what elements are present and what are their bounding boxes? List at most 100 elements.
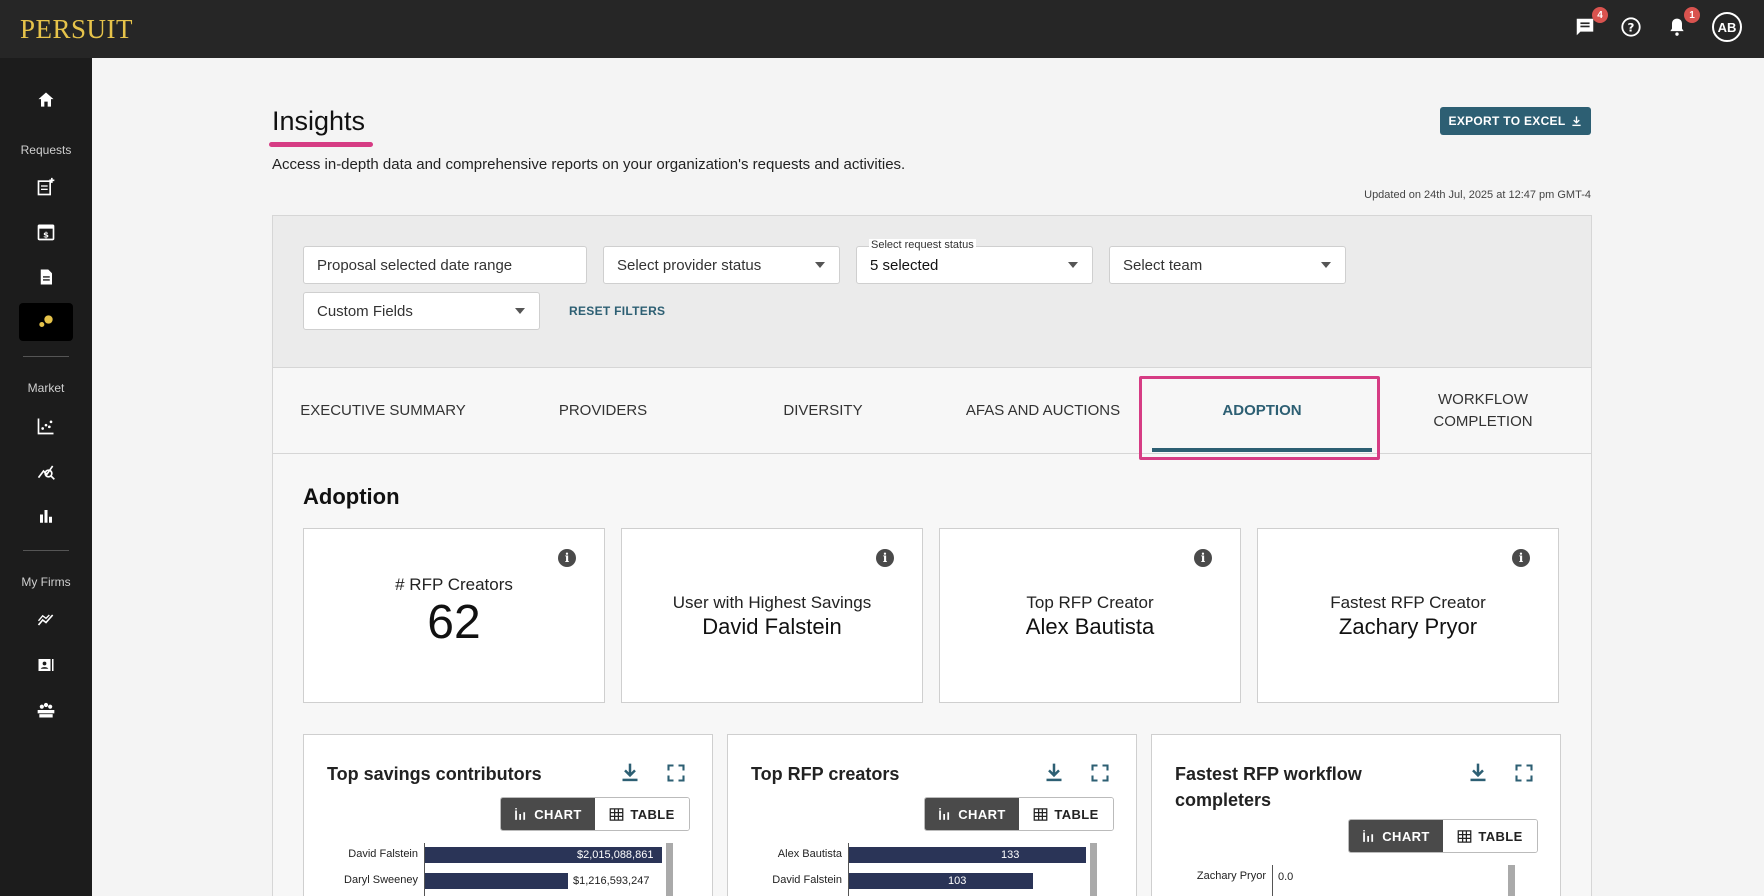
chart-view-label: CHART (958, 806, 1006, 822)
team-placeholder: Select team (1123, 256, 1203, 274)
new-request-icon[interactable] (19, 168, 73, 206)
top-bar: PERSUIT 4 ? 1 AB (0, 0, 1764, 58)
request-status-select[interactable]: Select request status 5 selected (856, 239, 1093, 284)
sidebar: Requests $ Market My Firms (0, 58, 92, 896)
chevron-down-icon (515, 308, 525, 314)
table-view-label: TABLE (1054, 806, 1099, 822)
chart-table-toggle: CHART TABLE (500, 797, 690, 831)
custom-fields-select[interactable]: Custom Fields (303, 292, 540, 330)
tab-executive-summary[interactable]: EXECUTIVE SUMMARY (273, 368, 493, 454)
active-tab-indicator (1152, 448, 1372, 452)
document-icon[interactable] (19, 258, 73, 296)
export-to-excel-button[interactable]: EXPORT TO EXCEL (1440, 107, 1591, 135)
chart-view-button[interactable]: CHART (501, 798, 595, 830)
billing-calendar-icon[interactable]: $ (19, 213, 73, 251)
bar-chart-icon[interactable] (19, 497, 73, 535)
tab-workflow-completion[interactable]: WORKFLOW COMPLETION (1373, 368, 1593, 454)
help-icon[interactable]: ? (1616, 12, 1646, 42)
reset-filters-link[interactable]: RESET FILTERS (569, 304, 665, 318)
date-range-field[interactable]: Proposal selected date range (303, 246, 587, 284)
bar-chart: David Falstein $2,015,088,861 Daryl Sweene… (304, 843, 712, 896)
info-icon[interactable]: i (876, 549, 894, 567)
date-range-placeholder: Proposal selected date range (317, 256, 513, 274)
tab-adoption[interactable]: ADOPTION (1152, 368, 1372, 454)
download-icon (1572, 116, 1582, 127)
filter-panel: Proposal selected date range Select prov… (272, 215, 1592, 368)
chevron-down-icon (1321, 262, 1331, 268)
chart-view-button[interactable]: CHART (1349, 820, 1443, 852)
messages-icon[interactable]: 4 (1570, 7, 1608, 42)
stat-label: Fastest RFP Creator (1330, 593, 1486, 612)
table-view-button[interactable]: TABLE (595, 798, 689, 830)
info-icon[interactable]: i (558, 549, 576, 567)
chart-title: Top savings contributors (327, 764, 542, 784)
firm-performance-icon[interactable] (19, 601, 73, 639)
bar (849, 847, 1086, 863)
fullscreen-icon[interactable] (1514, 763, 1534, 788)
svg-text:$: $ (43, 229, 49, 239)
bar-chart-icon (515, 808, 526, 820)
chart-scrollbar[interactable] (666, 843, 673, 896)
persuit-logo[interactable]: PERSUIT (20, 14, 133, 45)
chart-scrollbar[interactable] (1508, 865, 1515, 896)
tab-afas-and-auctions[interactable]: AFAS AND AUCTIONS (933, 368, 1153, 454)
bar-chart: Zachary Pryor 0.0 (1152, 865, 1560, 896)
table-view-label: TABLE (1478, 828, 1523, 844)
chart-view-label: CHART (1382, 828, 1430, 844)
chart-card-fastest-completers: Fastest RFP workflow completers CHART TAB… (1151, 734, 1561, 896)
title-underline (269, 142, 373, 147)
svg-text:?: ? (1628, 21, 1635, 35)
fullscreen-icon[interactable] (1090, 763, 1110, 788)
firm-team-icon[interactable] (19, 691, 73, 729)
chart-scrollbar[interactable] (1090, 843, 1097, 896)
bar-value-label: $1,216,593,247 (573, 875, 650, 887)
team-select[interactable]: Select team (1109, 246, 1346, 284)
stat-label: User with Highest Savings (672, 593, 872, 612)
section-title: Adoption (303, 484, 400, 509)
notifications-icon[interactable]: 1 (1662, 7, 1700, 42)
table-view-button[interactable]: TABLE (1019, 798, 1113, 830)
download-icon[interactable] (1468, 761, 1488, 788)
provider-status-select[interactable]: Select provider status (603, 246, 840, 284)
bar (425, 873, 568, 889)
chart-table-toggle: CHART TABLE (1348, 819, 1538, 853)
scatter-chart-icon[interactable] (19, 407, 73, 445)
chart-view-button[interactable]: CHART (925, 798, 1019, 830)
download-icon[interactable] (1044, 761, 1064, 788)
provider-status-placeholder: Select provider status (617, 256, 762, 274)
download-icon[interactable] (620, 761, 640, 788)
table-view-button[interactable]: TABLE (1443, 820, 1537, 852)
stat-card-rfp-creators: i # RFP Creators 62 (303, 528, 605, 703)
main-content: Insights Access in-depth data and compre… (92, 58, 1764, 896)
table-view-label: TABLE (630, 806, 675, 822)
chart-card-top-savings: Top savings contributors CHART TABLE David… (303, 734, 713, 896)
page-description: Access in-depth data and comprehensive r… (272, 156, 906, 173)
messages-badge: 4 (1592, 7, 1608, 23)
sidebar-section-requests: Requests (20, 143, 72, 157)
fullscreen-icon[interactable] (666, 763, 686, 788)
chart-view-label: CHART (534, 806, 582, 822)
market-search-icon[interactable] (19, 452, 73, 490)
bar-value-label: 103 (948, 875, 967, 887)
bar-category-label: Zachary Pryor (1196, 870, 1266, 882)
tab-diversity[interactable]: DIVERSITY (713, 368, 933, 454)
info-icon[interactable]: i (1512, 549, 1530, 567)
bar-category-label: Daryl Sweeney (344, 874, 418, 886)
stat-value: Zachary Pryor (1338, 614, 1478, 639)
info-icon[interactable]: i (1194, 549, 1212, 567)
stat-card-highest-savings: i User with Highest Savings David Falste… (621, 528, 923, 703)
insights-icon[interactable] (19, 303, 73, 341)
chart-title: Fastest RFP workflow completers (1175, 764, 1362, 810)
tab-providers[interactable]: PROVIDERS (493, 368, 713, 454)
bar-chart: Alex Bautista 133 David Falstein 103 (728, 843, 1136, 896)
firm-directory-icon[interactable] (19, 646, 73, 684)
page-title: Insights (272, 106, 366, 136)
top-icons: 4 ? 1 AB (1570, 7, 1742, 42)
user-avatar[interactable]: AB (1712, 12, 1742, 42)
chart-table-toggle: CHART TABLE (924, 797, 1114, 831)
stat-card-top-rfp-creator: i Top RFP Creator Alex Bautista (939, 528, 1241, 703)
bar-chart-icon (1363, 830, 1374, 842)
adoption-section: Adoption i # RFP Creators 62 i User with… (272, 454, 1592, 896)
home-icon[interactable] (19, 81, 73, 119)
tab-bar: EXECUTIVE SUMMARY PROVIDERS DIVERSITY AF… (272, 368, 1592, 454)
